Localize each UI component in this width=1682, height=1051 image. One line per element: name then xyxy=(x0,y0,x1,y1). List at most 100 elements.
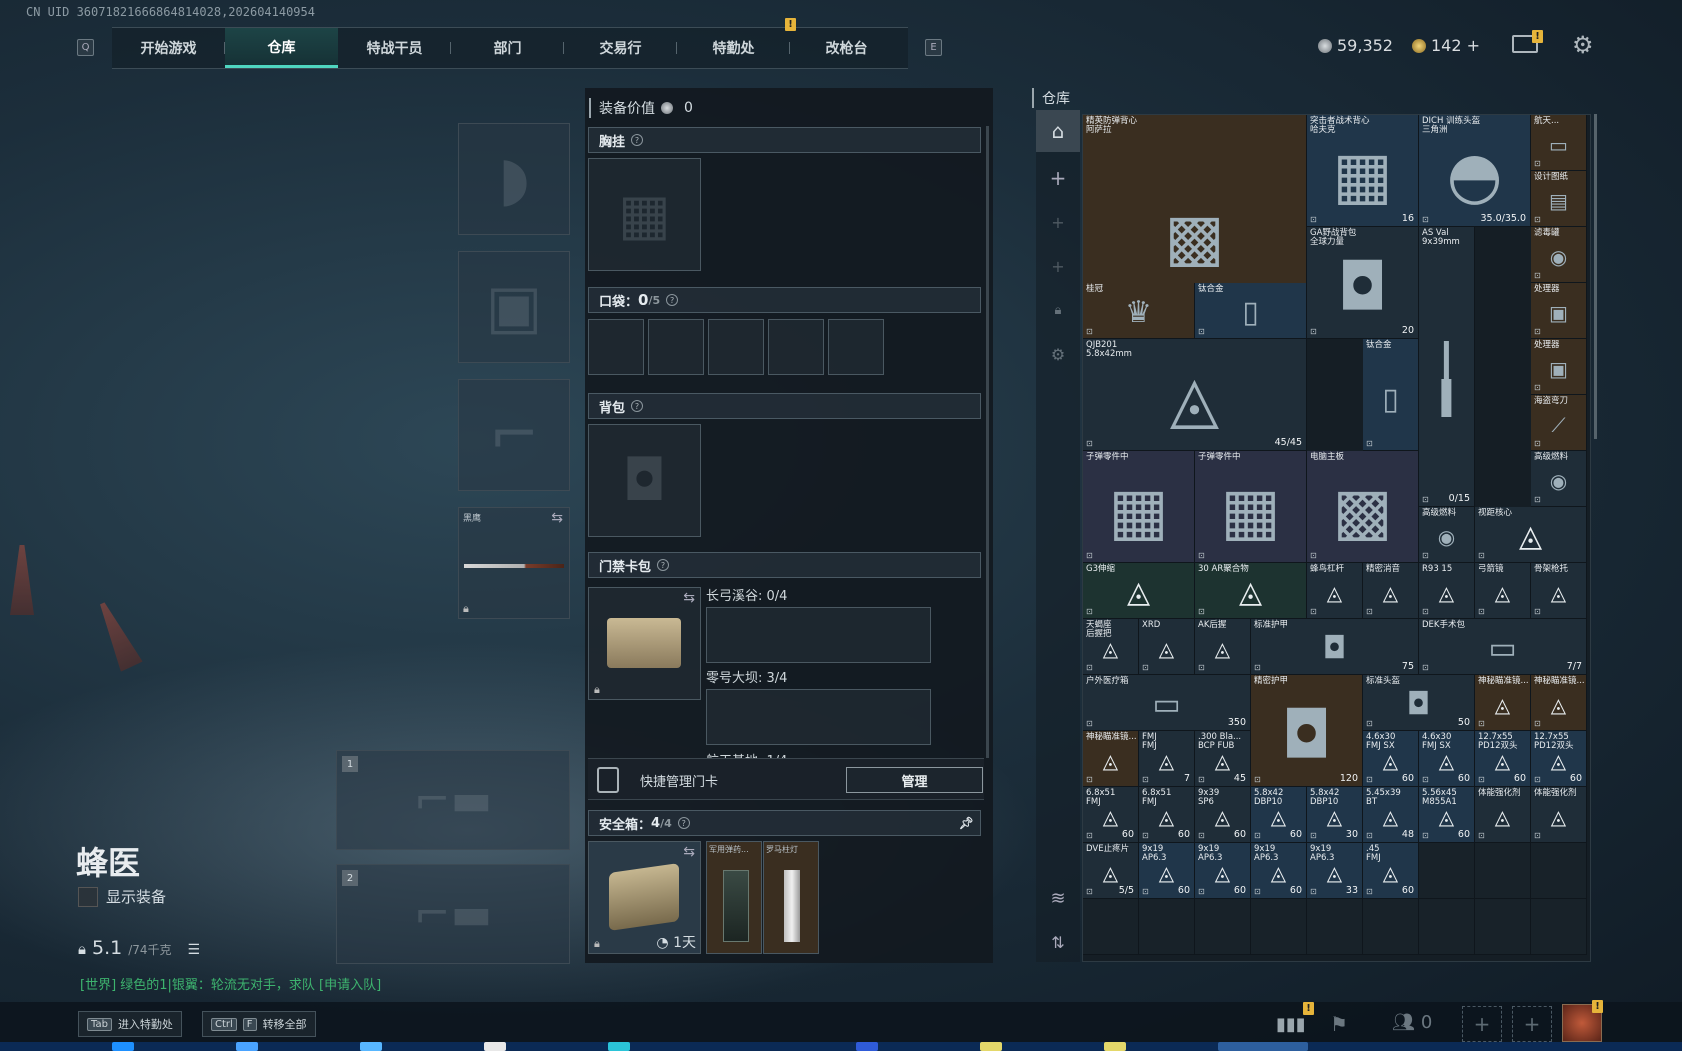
pocket-slot[interactable] xyxy=(708,319,764,375)
inventory-item[interactable]: 4.6x30 FMJ SX ◬ ⊡ 60 xyxy=(1419,731,1475,787)
pistol-slot[interactable]: ⌐ xyxy=(458,379,570,491)
world-chat-message[interactable]: [世界] 绿色的1|银翼：轮流无对手，求队 [申请入队] xyxy=(80,974,381,993)
pocket-slot[interactable] xyxy=(588,319,644,375)
inventory-item[interactable]: 处理器 ▣ ⊡ xyxy=(1531,339,1587,395)
inventory-item[interactable]: 6.8x51 FMJ ◬ ⊡ 60 xyxy=(1139,787,1195,843)
inventory-item[interactable]: 神秘瞄准镜... ◬ ⊡ xyxy=(1475,675,1531,731)
empty-grid-cell[interactable] xyxy=(1531,843,1587,899)
inventory-item[interactable]: 高级燃料 ◉ ⊡ xyxy=(1419,507,1475,563)
sort-icon[interactable]: ⇅ xyxy=(1036,922,1080,962)
pin-icon[interactable]: 📌︎ xyxy=(959,816,974,830)
taskbar-app-icon[interactable] xyxy=(236,1042,258,1051)
inventory-item[interactable]: 钛合金 ▯ ⊡ xyxy=(1195,283,1307,339)
inventory-item[interactable]: 9x19 AP6.3 ◬ ⊡ 60 xyxy=(1251,843,1307,899)
nav-tab[interactable]: 开始游戏 xyxy=(112,28,225,68)
checkbox-icon[interactable] xyxy=(78,886,98,907)
taskbar-app-icon[interactable] xyxy=(484,1042,506,1051)
melee-slot[interactable]: 黑鹰 ⇆ 🔒︎ xyxy=(458,507,570,619)
taskbar-app-icon[interactable] xyxy=(980,1042,1002,1051)
invite-slot[interactable]: + xyxy=(1462,1006,1502,1042)
inventory-item[interactable]: GA野战背包 全球力量 ◘ ⊡ 20 xyxy=(1307,227,1419,339)
nav-tab[interactable]: 部门 xyxy=(451,28,564,68)
inventory-item[interactable]: 电脑主板 ▩ ⊡ xyxy=(1307,451,1419,563)
inventory-item[interactable]: 桂冠 ♛ ⊡ xyxy=(1083,283,1195,339)
inventory-item[interactable]: 滤毒罐 ◉ ⊡ xyxy=(1531,227,1587,283)
add-tab-icon[interactable]: + xyxy=(1036,246,1080,286)
taskbar-app-icon[interactable] xyxy=(1218,1042,1308,1051)
nav-tab[interactable]: 改枪台 xyxy=(790,28,903,68)
inventory-item[interactable]: 9x19 AP6.3 ◬ ⊡ 60 xyxy=(1139,843,1195,899)
safe-box-slot[interactable]: ⇆ 🔒︎ ◔ 1天 xyxy=(588,841,701,954)
inventory-item[interactable]: FMJ FMJ ◬ ⊡ 7 xyxy=(1139,731,1195,787)
go-to-special-ops-hint[interactable]: Tab 进入特勤处 xyxy=(78,1011,182,1037)
empty-grid-cell[interactable] xyxy=(1419,899,1475,955)
inventory-item[interactable]: AK后握 ◬ ⊡ xyxy=(1195,619,1251,675)
empty-grid-cell[interactable] xyxy=(1531,899,1587,955)
empty-grid-cell[interactable] xyxy=(1083,899,1139,955)
lock-icon[interactable]: 🔒︎ xyxy=(1036,290,1080,330)
inventory-item[interactable]: G3伸缩 ◬ ⊡ xyxy=(1083,563,1195,619)
pocket-slot[interactable] xyxy=(768,319,824,375)
safe-item[interactable]: 军用弹药... xyxy=(706,841,762,954)
nav-tab[interactable]: 仓库 xyxy=(225,28,338,68)
inventory-item[interactable]: .45 FMJ ◬ ⊡ 60 xyxy=(1363,843,1419,899)
nav-prev-key[interactable]: Q xyxy=(77,39,94,56)
inventory-item[interactable]: 骨架枪托 ◬ ⊡ xyxy=(1531,563,1587,619)
inventory-item[interactable]: .300 Bla... BCP FUB ◬ ⊡ 45 xyxy=(1195,731,1251,787)
swap-icon[interactable]: ⇆ xyxy=(551,510,563,526)
chest-rig-slot[interactable]: ▦ xyxy=(588,158,701,271)
help-icon[interactable]: ? xyxy=(666,294,679,306)
inventory-item[interactable]: 神秘瞄准镜... ◬ ⊡ xyxy=(1531,675,1587,731)
inventory-item[interactable]: DICH 训练头盔 三角洲 ◓ ⊡ 35.0/35.0 xyxy=(1419,115,1531,227)
inventory-item[interactable]: 精密护甲 ◘ ⊡ 120 xyxy=(1251,675,1363,787)
inventory-item[interactable]: DEK手术包 ▭ ⊡ 7/7 xyxy=(1419,619,1587,675)
backpack-slot[interactable]: ◘ xyxy=(588,424,701,537)
add-tab-icon[interactable]: + xyxy=(1036,202,1080,242)
pocket-slot[interactable] xyxy=(828,319,884,375)
inventory-item[interactable]: 体能强化剂 ◬ ⊡ xyxy=(1531,787,1587,843)
inventory-item[interactable]: 5.56x45 M855A1 ◬ ⊡ 60 xyxy=(1419,787,1475,843)
help-icon[interactable]: ? xyxy=(677,817,690,829)
inventory-item[interactable]: 子弹零件中 ▦ ⊡ xyxy=(1195,451,1307,563)
inventory-item[interactable]: 精密消音 ◬ ⊡ xyxy=(1363,563,1419,619)
inventory-item[interactable]: 视距核心 ◬ ⊡ xyxy=(1475,507,1587,563)
keycard-case-slot[interactable]: ⇆ 🔒︎ xyxy=(588,587,701,700)
list-icon[interactable]: ☰ xyxy=(188,942,201,958)
inventory-item[interactable]: DVE止疼片 ◬ ⊡ 5/5 xyxy=(1083,843,1139,899)
inventory-item[interactable]: 设计图纸 ▤ ⊡ xyxy=(1531,171,1587,227)
empty-grid-cell[interactable] xyxy=(1363,899,1419,955)
inventory-item[interactable]: 4.6x30 FMJ SX ◬ ⊡ 60 xyxy=(1363,731,1419,787)
empty-grid-cell[interactable] xyxy=(1251,899,1307,955)
inventory-item[interactable]: 30 AR聚合物 ◬ ⊡ xyxy=(1195,563,1307,619)
empty-grid-cell[interactable] xyxy=(1475,843,1531,899)
inventory-item[interactable]: 体能强化剂 ◬ ⊡ xyxy=(1475,787,1531,843)
taskbar-app-icon[interactable] xyxy=(360,1042,382,1051)
stats-icon[interactable]: ▮▮▮ xyxy=(1276,1014,1306,1035)
add-gold-button[interactable]: + xyxy=(1467,36,1480,55)
empty-grid-cell[interactable] xyxy=(1139,899,1195,955)
help-icon[interactable]: ? xyxy=(631,400,644,412)
inventory-item[interactable]: 高级燃料 ◉ ⊡ xyxy=(1531,451,1587,507)
empty-grid-cell[interactable] xyxy=(1195,899,1251,955)
inventory-item[interactable]: QJB201 5.8x42mm ◬ ⊡ 45/45 xyxy=(1083,339,1307,451)
armor-slot[interactable]: ▣ xyxy=(458,251,570,363)
empty-grid-cell[interactable] xyxy=(1419,843,1475,899)
empty-grid-cell[interactable] xyxy=(1475,899,1531,955)
help-icon[interactable]: ? xyxy=(657,559,670,571)
inventory-item[interactable]: 12.7x55 PD12双头 ◬ ⊡ 60 xyxy=(1475,731,1531,787)
flag-icon[interactable]: ⚑ xyxy=(1330,1012,1348,1036)
inventory-item[interactable]: 钛合金 ▯ ⊡ xyxy=(1363,339,1419,451)
empty-grid-cell[interactable] xyxy=(1307,899,1363,955)
nav-next-key[interactable]: E xyxy=(925,39,942,56)
inventory-item[interactable]: 子弹零件中 ▦ ⊡ xyxy=(1083,451,1195,563)
taskbar-app-icon[interactable] xyxy=(1104,1042,1126,1051)
taskbar-app-icon[interactable] xyxy=(112,1042,134,1051)
inventory-item[interactable]: XRD ◬ ⊡ xyxy=(1139,619,1195,675)
inventory-item[interactable]: 12.7x55 PD12双头 ◬ ⊡ 60 xyxy=(1531,731,1587,787)
panel-scrollbar[interactable] xyxy=(986,126,989,758)
inventory-item[interactable]: 5.8x42 DBP10 ◬ ⊡ 30 xyxy=(1307,787,1363,843)
inventory-item[interactable]: 弓箭镜 ◬ ⊡ xyxy=(1475,563,1531,619)
settings-gear-icon[interactable]: ⚙ xyxy=(1572,31,1594,59)
inventory-item[interactable]: AS Val 9x39mm ╽ ⊡ 0/15 xyxy=(1419,227,1475,507)
show-equipment-toggle[interactable]: 显示装备 xyxy=(78,886,166,907)
